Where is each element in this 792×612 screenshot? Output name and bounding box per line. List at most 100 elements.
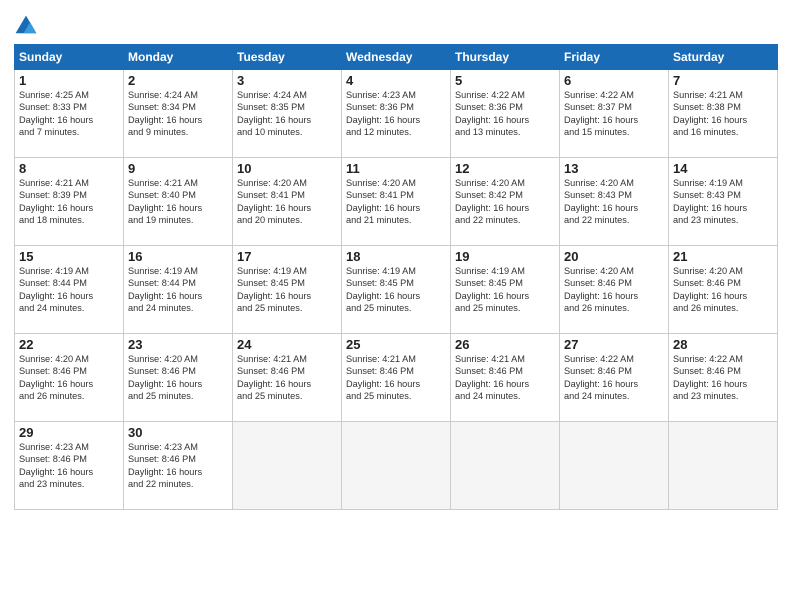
day-number: 6 [564,73,664,88]
day-cell [669,422,778,510]
header-thursday: Thursday [451,45,560,70]
day-cell: 7Sunrise: 4:21 AM Sunset: 8:38 PM Daylig… [669,70,778,158]
day-info: Sunrise: 4:20 AM Sunset: 8:46 PM Dayligh… [128,353,228,403]
day-number: 22 [19,337,119,352]
day-info: Sunrise: 4:20 AM Sunset: 8:42 PM Dayligh… [455,177,555,227]
day-number: 5 [455,73,555,88]
day-number: 20 [564,249,664,264]
day-info: Sunrise: 4:23 AM Sunset: 8:46 PM Dayligh… [128,441,228,491]
day-number: 13 [564,161,664,176]
day-info: Sunrise: 4:20 AM Sunset: 8:46 PM Dayligh… [19,353,119,403]
day-info: Sunrise: 4:19 AM Sunset: 8:44 PM Dayligh… [19,265,119,315]
day-cell: 21Sunrise: 4:20 AM Sunset: 8:46 PM Dayli… [669,246,778,334]
day-number: 27 [564,337,664,352]
day-number: 23 [128,337,228,352]
calendar-header-row: SundayMondayTuesdayWednesdayThursdayFrid… [15,45,778,70]
header [14,10,778,38]
header-sunday: Sunday [15,45,124,70]
day-cell: 6Sunrise: 4:22 AM Sunset: 8:37 PM Daylig… [560,70,669,158]
day-info: Sunrise: 4:22 AM Sunset: 8:37 PM Dayligh… [564,89,664,139]
day-cell: 12Sunrise: 4:20 AM Sunset: 8:42 PM Dayli… [451,158,560,246]
day-number: 2 [128,73,228,88]
day-cell: 1Sunrise: 4:25 AM Sunset: 8:33 PM Daylig… [15,70,124,158]
day-cell: 18Sunrise: 4:19 AM Sunset: 8:45 PM Dayli… [342,246,451,334]
page: SundayMondayTuesdayWednesdayThursdayFrid… [0,0,792,612]
day-info: Sunrise: 4:19 AM Sunset: 8:45 PM Dayligh… [455,265,555,315]
day-number: 18 [346,249,446,264]
header-monday: Monday [124,45,233,70]
day-info: Sunrise: 4:21 AM Sunset: 8:40 PM Dayligh… [128,177,228,227]
day-cell: 16Sunrise: 4:19 AM Sunset: 8:44 PM Dayli… [124,246,233,334]
day-number: 9 [128,161,228,176]
day-info: Sunrise: 4:21 AM Sunset: 8:38 PM Dayligh… [673,89,773,139]
day-info: Sunrise: 4:20 AM Sunset: 8:43 PM Dayligh… [564,177,664,227]
day-cell: 24Sunrise: 4:21 AM Sunset: 8:46 PM Dayli… [233,334,342,422]
day-cell: 13Sunrise: 4:20 AM Sunset: 8:43 PM Dayli… [560,158,669,246]
day-info: Sunrise: 4:20 AM Sunset: 8:46 PM Dayligh… [673,265,773,315]
day-cell: 3Sunrise: 4:24 AM Sunset: 8:35 PM Daylig… [233,70,342,158]
day-cell: 15Sunrise: 4:19 AM Sunset: 8:44 PM Dayli… [15,246,124,334]
day-cell: 26Sunrise: 4:21 AM Sunset: 8:46 PM Dayli… [451,334,560,422]
header-friday: Friday [560,45,669,70]
day-cell: 28Sunrise: 4:22 AM Sunset: 8:46 PM Dayli… [669,334,778,422]
day-cell: 5Sunrise: 4:22 AM Sunset: 8:36 PM Daylig… [451,70,560,158]
day-cell: 22Sunrise: 4:20 AM Sunset: 8:46 PM Dayli… [15,334,124,422]
day-info: Sunrise: 4:19 AM Sunset: 8:43 PM Dayligh… [673,177,773,227]
week-row-2: 15Sunrise: 4:19 AM Sunset: 8:44 PM Dayli… [15,246,778,334]
day-number: 17 [237,249,337,264]
day-cell: 9Sunrise: 4:21 AM Sunset: 8:40 PM Daylig… [124,158,233,246]
day-cell [233,422,342,510]
day-cell: 8Sunrise: 4:21 AM Sunset: 8:39 PM Daylig… [15,158,124,246]
day-cell [342,422,451,510]
day-number: 29 [19,425,119,440]
day-number: 11 [346,161,446,176]
day-info: Sunrise: 4:22 AM Sunset: 8:46 PM Dayligh… [564,353,664,403]
week-row-3: 22Sunrise: 4:20 AM Sunset: 8:46 PM Dayli… [15,334,778,422]
week-row-1: 8Sunrise: 4:21 AM Sunset: 8:39 PM Daylig… [15,158,778,246]
header-tuesday: Tuesday [233,45,342,70]
day-info: Sunrise: 4:19 AM Sunset: 8:45 PM Dayligh… [346,265,446,315]
day-number: 3 [237,73,337,88]
day-cell: 30Sunrise: 4:23 AM Sunset: 8:46 PM Dayli… [124,422,233,510]
day-cell: 29Sunrise: 4:23 AM Sunset: 8:46 PM Dayli… [15,422,124,510]
week-row-0: 1Sunrise: 4:25 AM Sunset: 8:33 PM Daylig… [15,70,778,158]
day-number: 15 [19,249,119,264]
day-number: 26 [455,337,555,352]
day-number: 10 [237,161,337,176]
day-info: Sunrise: 4:21 AM Sunset: 8:46 PM Dayligh… [346,353,446,403]
day-number: 14 [673,161,773,176]
calendar-table: SundayMondayTuesdayWednesdayThursdayFrid… [14,44,778,510]
day-info: Sunrise: 4:21 AM Sunset: 8:46 PM Dayligh… [237,353,337,403]
header-saturday: Saturday [669,45,778,70]
day-info: Sunrise: 4:21 AM Sunset: 8:46 PM Dayligh… [455,353,555,403]
day-cell: 27Sunrise: 4:22 AM Sunset: 8:46 PM Dayli… [560,334,669,422]
day-info: Sunrise: 4:19 AM Sunset: 8:45 PM Dayligh… [237,265,337,315]
day-cell: 14Sunrise: 4:19 AM Sunset: 8:43 PM Dayli… [669,158,778,246]
day-cell: 4Sunrise: 4:23 AM Sunset: 8:36 PM Daylig… [342,70,451,158]
day-info: Sunrise: 4:23 AM Sunset: 8:36 PM Dayligh… [346,89,446,139]
day-number: 28 [673,337,773,352]
day-info: Sunrise: 4:25 AM Sunset: 8:33 PM Dayligh… [19,89,119,139]
week-row-4: 29Sunrise: 4:23 AM Sunset: 8:46 PM Dayli… [15,422,778,510]
day-cell: 10Sunrise: 4:20 AM Sunset: 8:41 PM Dayli… [233,158,342,246]
logo-icon [14,14,38,38]
day-number: 4 [346,73,446,88]
day-info: Sunrise: 4:23 AM Sunset: 8:46 PM Dayligh… [19,441,119,491]
day-cell: 11Sunrise: 4:20 AM Sunset: 8:41 PM Dayli… [342,158,451,246]
day-info: Sunrise: 4:24 AM Sunset: 8:34 PM Dayligh… [128,89,228,139]
day-info: Sunrise: 4:24 AM Sunset: 8:35 PM Dayligh… [237,89,337,139]
header-wednesday: Wednesday [342,45,451,70]
logo [14,14,42,38]
day-number: 16 [128,249,228,264]
day-number: 7 [673,73,773,88]
day-number: 25 [346,337,446,352]
day-number: 19 [455,249,555,264]
day-cell: 17Sunrise: 4:19 AM Sunset: 8:45 PM Dayli… [233,246,342,334]
day-cell [451,422,560,510]
day-info: Sunrise: 4:20 AM Sunset: 8:41 PM Dayligh… [237,177,337,227]
day-number: 24 [237,337,337,352]
day-info: Sunrise: 4:20 AM Sunset: 8:41 PM Dayligh… [346,177,446,227]
day-cell [560,422,669,510]
day-cell: 23Sunrise: 4:20 AM Sunset: 8:46 PM Dayli… [124,334,233,422]
day-info: Sunrise: 4:22 AM Sunset: 8:46 PM Dayligh… [673,353,773,403]
